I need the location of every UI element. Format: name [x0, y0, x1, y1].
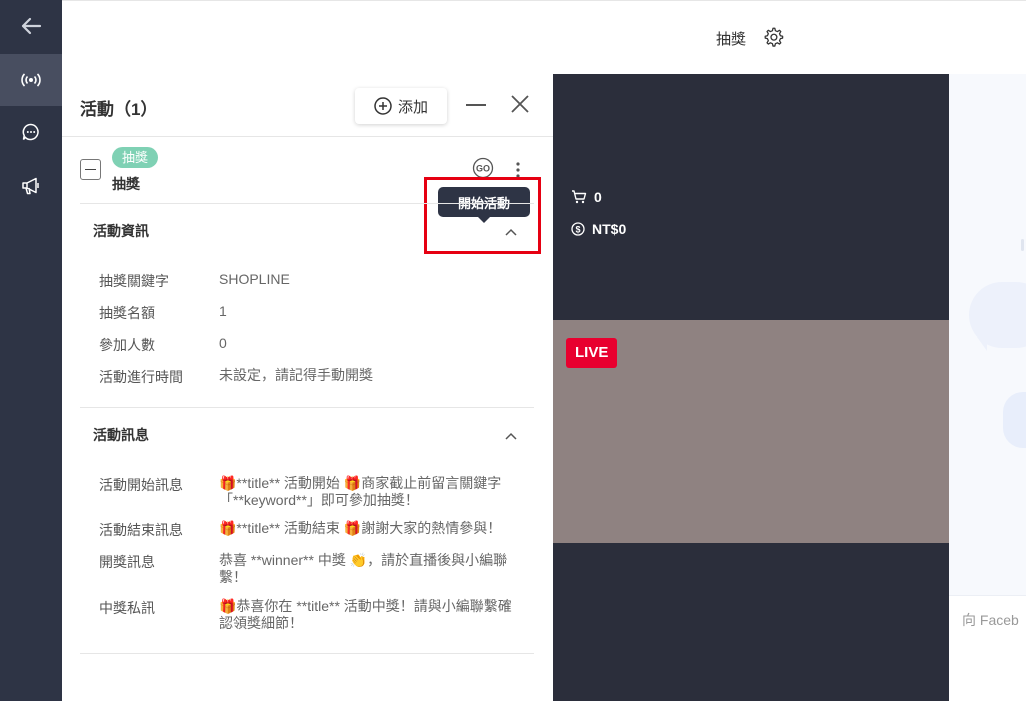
minus-icon	[85, 168, 96, 171]
activity-name: 抽獎	[112, 176, 140, 192]
message-value: 🎁恭喜你在 **title** 活動中獎！請與小編聯繫確認領獎細節！	[219, 598, 512, 631]
section-title: 活動訊息	[93, 427, 149, 443]
chat-empty-illustration	[969, 282, 1026, 351]
chat-input[interactable]: 向 Faceb	[949, 595, 1026, 701]
info-key: 參加人數	[99, 337, 155, 353]
cart-count: 0	[594, 189, 602, 205]
activity-type-badge: 抽獎	[112, 147, 159, 168]
activity-item: 抽獎 抽獎 GO 開始活動	[62, 137, 553, 254]
back-button[interactable]	[0, 0, 62, 52]
cart-stat: 0	[571, 189, 602, 205]
info-value: 1	[219, 303, 227, 319]
collapse-section-button[interactable]	[505, 223, 517, 241]
dollar-icon: $	[571, 222, 585, 236]
info-key: 活動進行時間	[99, 369, 183, 385]
info-key: 抽獎名額	[99, 305, 155, 321]
message-key: 開獎訊息	[99, 554, 155, 570]
info-key: 抽獎關鍵字	[99, 273, 169, 289]
message-key: 活動開始訊息	[99, 477, 183, 493]
collapse-toggle[interactable]	[80, 159, 101, 180]
top-header: 抽獎	[62, 0, 1026, 74]
panel-title: 活動（1）	[80, 100, 158, 119]
nav-live-broadcast[interactable]	[0, 54, 62, 106]
live-broadcast-icon	[21, 73, 41, 87]
message-value: 🎁**title** 活動開始 🎁商家截止前留言關鍵字「**keyword**」…	[219, 475, 502, 508]
chat-empty-illustration-2	[1003, 392, 1026, 448]
more-vertical-icon	[516, 162, 520, 178]
megaphone-icon	[22, 177, 39, 195]
activity-info-section: 活動資訊 抽獎關鍵字 SHOPLINE 抽獎名額 1 參加人數 0 活動進行時間…	[80, 203, 534, 408]
info-value: 0	[219, 335, 227, 351]
divider	[80, 653, 534, 654]
info-value: 未設定，請記得手動開獎	[219, 367, 373, 383]
chat-scrollbar[interactable]	[1021, 239, 1024, 251]
add-button-label: 添加	[397, 98, 428, 116]
chevron-up-icon	[505, 432, 517, 440]
message-value: 恭喜 **winner** 中獎 👏，請於直播後與小編聯繫！	[219, 552, 508, 585]
message-key: 活動結束訊息	[99, 522, 183, 538]
arrow-left-icon	[21, 17, 42, 35]
add-activity-button[interactable]: 添加	[355, 88, 447, 124]
chat-bubble-icon	[22, 123, 39, 141]
close-button[interactable]	[510, 94, 530, 119]
activity-panel: 活動（1） 添加 抽獎 抽獎 GO 開始活動 活動資訊 抽獎關鍵字 SHOPLI…	[62, 74, 553, 701]
cart-icon	[572, 190, 587, 204]
live-stream-area: 0 $ NT$0 LIVE	[553, 74, 949, 701]
live-badge: LIVE	[566, 338, 618, 368]
live-video[interactable]: LIVE	[553, 320, 949, 543]
minimize-button[interactable]	[466, 104, 486, 106]
panel-header: 活動（1） 添加	[62, 74, 553, 137]
revenue-amount: NT$0	[592, 221, 627, 237]
page-title: 抽獎	[716, 31, 747, 48]
message-key: 中獎私訊	[99, 600, 155, 616]
gear-icon	[764, 27, 784, 47]
svg-text:GO: GO	[476, 164, 490, 174]
nav-broadcast-messages[interactable]	[0, 160, 62, 212]
chat-panel: 向 Faceb	[949, 74, 1026, 701]
activity-message-section: 活動訊息 活動開始訊息 🎁**title** 活動開始 🎁商家截止前留言關鍵字「…	[80, 407, 534, 653]
settings-button[interactable]	[762, 26, 784, 53]
nav-rail	[0, 0, 62, 701]
close-icon	[511, 95, 529, 113]
section-title: 活動資訊	[93, 223, 149, 239]
nav-chat[interactable]	[0, 106, 62, 158]
chevron-up-icon	[505, 228, 517, 236]
collapse-section-button[interactable]	[505, 427, 517, 445]
chat-input-placeholder: 向 Faceb	[962, 612, 1019, 628]
plus-circle-icon	[374, 97, 392, 115]
go-icon: GO	[472, 157, 494, 179]
revenue-stat: $ NT$0	[571, 221, 626, 237]
svg-text:$: $	[575, 225, 580, 235]
info-value: SHOPLINE	[219, 271, 290, 287]
message-value: 🎁**title** 活動結束 🎁謝謝大家的熱情參與！	[219, 520, 502, 536]
